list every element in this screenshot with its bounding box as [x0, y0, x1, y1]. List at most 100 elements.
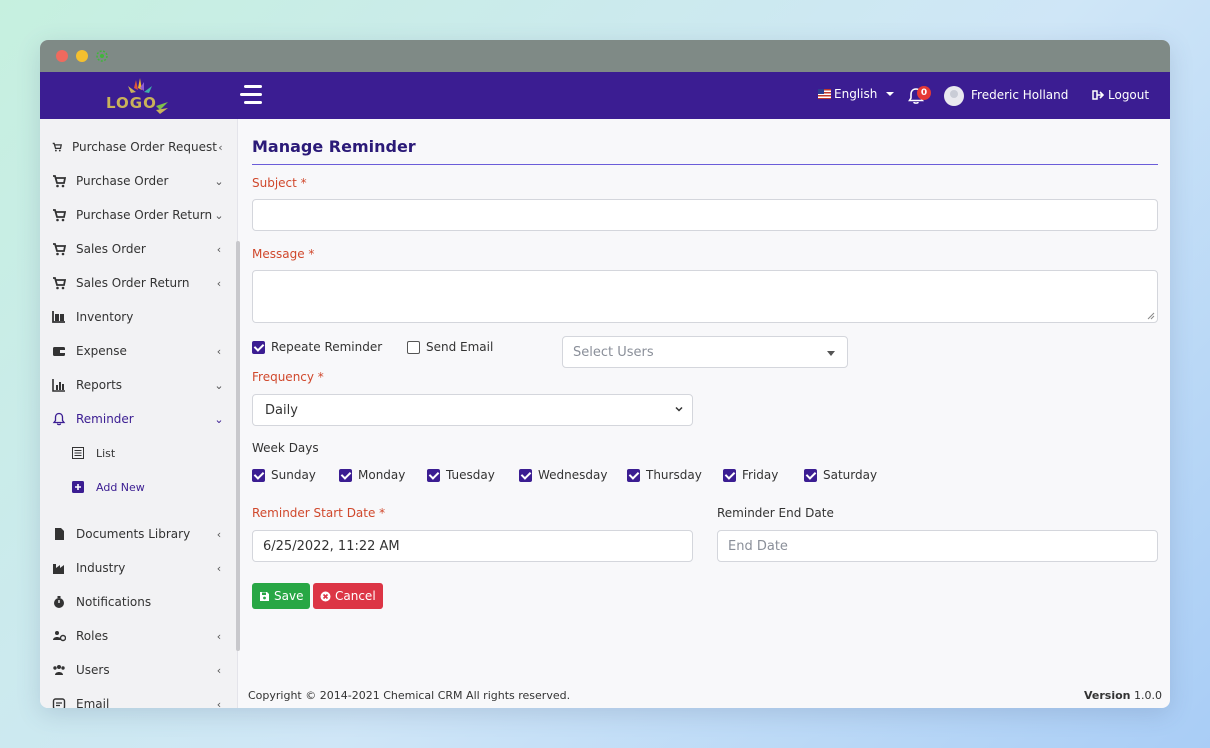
chevron-left-icon: ‹ — [216, 344, 222, 358]
cart-icon — [53, 277, 66, 290]
inventory-icon — [52, 311, 65, 323]
chevron-down-icon: ⌄ — [214, 378, 224, 392]
weekday-label: Saturday — [823, 468, 878, 482]
logo-text: LOGO — [106, 94, 157, 112]
minimize-window-button[interactable] — [76, 50, 88, 62]
sidebar-item-inventory[interactable]: Inventory — [40, 300, 230, 334]
sidebar: Purchase Order Request ‹ Purchase Order … — [40, 119, 240, 708]
wallet-icon — [53, 347, 65, 356]
chevron-left-icon: ‹ — [216, 561, 222, 575]
subject-input[interactable] — [252, 199, 1158, 231]
frequency-select[interactable]: Daily — [252, 394, 693, 426]
sidebar-item-users[interactable]: Users ‹ — [40, 653, 230, 687]
repeat-reminder-label: Repeate Reminder — [271, 340, 383, 354]
hamburger-line — [240, 93, 262, 96]
hamburger-line — [244, 85, 262, 88]
repeat-reminder-checkbox[interactable]: Repeate Reminder — [252, 340, 382, 354]
sidebar-item-label: Users — [76, 663, 110, 677]
footer-copyright: Copyright © 2014-2021 Chemical CRM All r… — [248, 689, 571, 702]
checkbox-checked-icon — [519, 468, 532, 482]
end-date-input[interactable]: End Date — [717, 530, 1158, 562]
weekday-label: Wednesday — [538, 468, 608, 482]
logout-button[interactable]: Logout — [1092, 88, 1149, 102]
sidebar-subitem-add-new[interactable]: Add New — [40, 470, 230, 504]
checkbox-unchecked-icon — [407, 340, 420, 354]
sidebar-item-label: Reminder — [76, 412, 134, 426]
users-icon — [53, 665, 65, 675]
sidebar-item-email[interactable]: Email ‹ — [40, 687, 230, 708]
sidebar-item-label: Purchase Order — [76, 174, 169, 188]
bell-icon — [52, 412, 66, 426]
cancel-label: Cancel — [335, 589, 376, 603]
version-label: Version — [1083, 689, 1131, 702]
sidebar-item-label: Sales Order — [76, 242, 146, 256]
chevron-left-icon: ‹ — [216, 242, 222, 256]
select-users-dropdown[interactable]: Select Users — [562, 336, 848, 368]
roles-icon — [53, 631, 66, 642]
user-avatar[interactable] — [944, 86, 964, 106]
page-title: Manage Reminder — [252, 137, 416, 156]
weekday-saturday-checkbox[interactable]: Saturday — [804, 468, 877, 482]
caret-down-icon — [886, 92, 895, 96]
maximize-window-button[interactable] — [96, 50, 108, 62]
sidebar-item-industry[interactable]: Industry ‹ — [40, 551, 230, 585]
user-name[interactable]: Frederic Holland — [971, 88, 1068, 102]
menu-toggle-button[interactable] — [240, 85, 262, 105]
sidebar-item-sales-order[interactable]: Sales Order ‹ — [40, 232, 230, 266]
weekday-friday-checkbox[interactable]: Friday — [723, 468, 778, 482]
sidebar-subitem-list[interactable]: List — [40, 436, 230, 470]
close-window-button[interactable] — [56, 50, 68, 62]
message-label: Message * — [252, 247, 315, 261]
sidebar-item-reports[interactable]: Reports ⌄ — [40, 368, 230, 402]
chevron-left-icon: ‹ — [216, 697, 222, 709]
checkbox-checked-icon — [627, 468, 640, 482]
sidebar-item-label: Industry — [76, 561, 126, 575]
list-icon — [72, 447, 84, 459]
footer-version: Version 1.0.0 — [1084, 689, 1162, 702]
weekday-label: Friday — [742, 468, 779, 482]
chevron-down-icon: ⌄ — [214, 412, 224, 426]
language-dropdown[interactable]: English — [818, 87, 895, 101]
sidebar-item-expense[interactable]: Expense ‹ — [40, 334, 230, 368]
weekday-thursday-checkbox[interactable]: Thursday — [627, 468, 702, 482]
email-icon — [52, 698, 66, 708]
week-days-label: Week Days — [252, 441, 319, 455]
sidebar-item-roles[interactable]: Roles ‹ — [40, 619, 230, 653]
checkbox-checked-icon — [723, 468, 736, 482]
weekday-sunday-checkbox[interactable]: Sunday — [252, 468, 316, 482]
message-textarea[interactable] — [252, 270, 1158, 323]
main-content: Manage Reminder Subject * Message * Repe… — [240, 119, 1170, 708]
sidebar-subitem-label: Add New — [96, 480, 145, 494]
sidebar-item-purchase-order[interactable]: Purchase Order ⌄ — [40, 164, 230, 198]
checkbox-checked-icon — [804, 468, 817, 482]
end-date-label: Reminder End Date — [717, 506, 834, 520]
sidebar-item-documents-library[interactable]: Documents Library ‹ — [40, 517, 230, 551]
version-value: 1.0.0 — [1134, 689, 1162, 702]
sidebar-item-label: Purchase Order Request — [71, 140, 217, 154]
checkbox-checked-icon — [252, 340, 265, 354]
weekday-monday-checkbox[interactable]: Monday — [339, 468, 405, 482]
start-date-input[interactable]: 6/25/2022, 11:22 AM — [252, 530, 693, 562]
send-email-checkbox[interactable]: Send Email — [407, 340, 493, 354]
sidebar-item-sales-order-return[interactable]: Sales Order Return ‹ — [40, 266, 230, 300]
cancel-button[interactable]: Cancel — [313, 583, 383, 609]
sidebar-item-purchase-order-return[interactable]: Purchase Order Return ⌄ — [40, 198, 230, 232]
start-date-label: Reminder Start Date * — [252, 506, 386, 520]
floppy-disk-icon — [260, 591, 269, 601]
weekday-label: Tuesday — [446, 468, 495, 482]
resize-handle-icon[interactable] — [1147, 312, 1155, 320]
chevron-left-icon: ‹ — [216, 276, 222, 290]
sidebar-item-notifications[interactable]: Notifications — [40, 585, 230, 619]
sidebar-item-purchase-order-request[interactable]: Purchase Order Request ‹ — [40, 130, 230, 164]
chevron-down-icon: ⌄ — [214, 174, 224, 188]
stopwatch-icon — [54, 596, 64, 608]
subject-label: Subject * — [252, 176, 307, 190]
sidebar-item-label: Notifications — [76, 595, 152, 609]
save-button[interactable]: Save — [252, 583, 311, 609]
sidebar-item-label: Sales Order Return — [76, 276, 190, 290]
caret-down-icon — [827, 351, 835, 356]
weekday-wednesday-checkbox[interactable]: Wednesday — [519, 468, 607, 482]
sidebar-item-reminder[interactable]: Reminder ⌄ — [40, 402, 230, 436]
weekday-tuesday-checkbox[interactable]: Tuesday — [427, 468, 495, 482]
app-window: LOGO English 0 Frederic Holland Logout P… — [40, 40, 1170, 708]
